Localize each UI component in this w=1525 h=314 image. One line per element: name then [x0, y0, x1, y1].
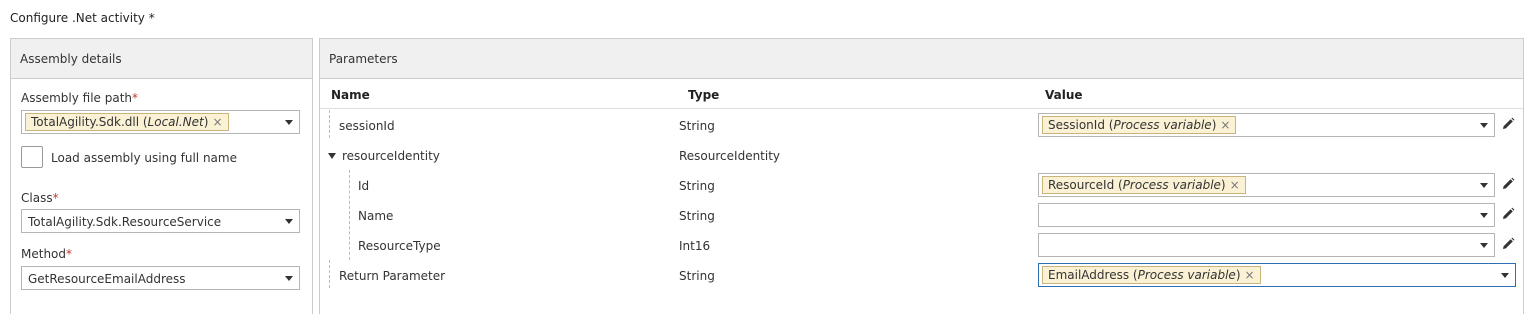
param-type: ResourceIdentity	[679, 149, 781, 163]
param-name: sessionId	[339, 119, 395, 133]
chevron-down-icon[interactable]	[1480, 183, 1488, 188]
chevron-down-icon[interactable]	[1480, 123, 1488, 128]
value-chip: SessionId (Process variable) ×	[1042, 116, 1237, 134]
param-name: Name	[358, 209, 394, 223]
param-type: String	[679, 269, 715, 283]
param-value-select[interactable]	[1038, 203, 1495, 227]
parameter-row-return: Return Parameter String EmailAddress (Pr…	[320, 260, 1523, 290]
param-type: String	[679, 179, 715, 193]
column-name: Name	[331, 88, 370, 102]
close-icon[interactable]: ×	[1220, 118, 1230, 132]
column-value: Value	[1045, 88, 1083, 102]
load-full-name-checkbox[interactable]	[21, 146, 43, 168]
parameters-column-header: Name Type Value	[320, 80, 1523, 109]
chevron-down-icon[interactable]	[1480, 243, 1488, 248]
column-type: Type	[688, 88, 720, 102]
pencil-icon[interactable]	[1501, 117, 1515, 131]
close-icon[interactable]: ×	[1245, 268, 1255, 282]
load-full-name-label: Load assembly using full name	[51, 151, 237, 165]
assembly-file-path-label: Assembly file path*	[21, 91, 139, 105]
parameters-header: Parameters	[320, 38, 1523, 79]
pencil-icon[interactable]	[1501, 207, 1515, 221]
method-label: Method*	[21, 247, 73, 261]
parameter-row-id: Id String ResourceId (Process variable) ×	[320, 170, 1523, 200]
close-icon[interactable]: ×	[212, 115, 222, 129]
method-value: GetResourceEmailAddress	[28, 272, 186, 286]
param-type: String	[679, 209, 715, 223]
class-value: TotalAgility.Sdk.ResourceService	[28, 215, 222, 229]
param-name: ResourceType	[358, 239, 441, 253]
param-type: String	[679, 119, 715, 133]
parameter-row-resourcetype: ResourceType Int16	[320, 230, 1523, 260]
assembly-details-panel: Assembly details Assembly file path* Tot…	[10, 38, 313, 314]
param-type: Int16	[679, 239, 711, 253]
param-value-select[interactable]: ResourceId (Process variable) ×	[1038, 173, 1495, 197]
pencil-icon[interactable]	[1501, 177, 1515, 191]
class-label: Class*	[21, 191, 59, 205]
param-value-select[interactable]: EmailAddress (Process variable) ×	[1038, 263, 1516, 287]
assembly-details-header: Assembly details	[11, 38, 312, 79]
parameter-row-name: Name String	[320, 200, 1523, 230]
chevron-down-icon[interactable]	[285, 276, 293, 281]
assembly-file-chip: TotalAgility.Sdk.dll (Local.Net) ×	[25, 113, 229, 131]
method-select[interactable]: GetResourceEmailAddress	[21, 266, 300, 290]
chevron-down-icon[interactable]	[285, 219, 293, 224]
chevron-down-icon[interactable]	[1480, 213, 1488, 218]
chevron-down-icon[interactable]	[285, 120, 293, 125]
assembly-file-path-select[interactable]: TotalAgility.Sdk.dll (Local.Net) ×	[21, 110, 300, 134]
param-value-select[interactable]	[1038, 233, 1495, 257]
param-value-select[interactable]: SessionId (Process variable) ×	[1038, 113, 1495, 137]
value-chip: ResourceId (Process variable) ×	[1042, 176, 1246, 194]
param-name: resourceIdentity	[328, 149, 440, 163]
triangle-down-icon[interactable]	[328, 153, 336, 159]
parameter-row-resourceidentity[interactable]: resourceIdentity ResourceIdentity	[320, 140, 1523, 170]
class-select[interactable]: TotalAgility.Sdk.ResourceService	[21, 209, 300, 233]
chevron-down-icon[interactable]	[1501, 273, 1509, 278]
param-name: Return Parameter	[339, 269, 446, 283]
parameters-panel: Parameters Name Type Value sessionId Str…	[319, 38, 1524, 314]
close-icon[interactable]: ×	[1230, 178, 1240, 192]
parameter-row-sessionid: sessionId String SessionId (Process vari…	[320, 110, 1523, 140]
value-chip: EmailAddress (Process variable) ×	[1042, 266, 1261, 284]
param-name: Id	[358, 179, 370, 193]
pencil-icon[interactable]	[1501, 237, 1515, 251]
dialog-title: Configure .Net activity *	[10, 11, 155, 25]
